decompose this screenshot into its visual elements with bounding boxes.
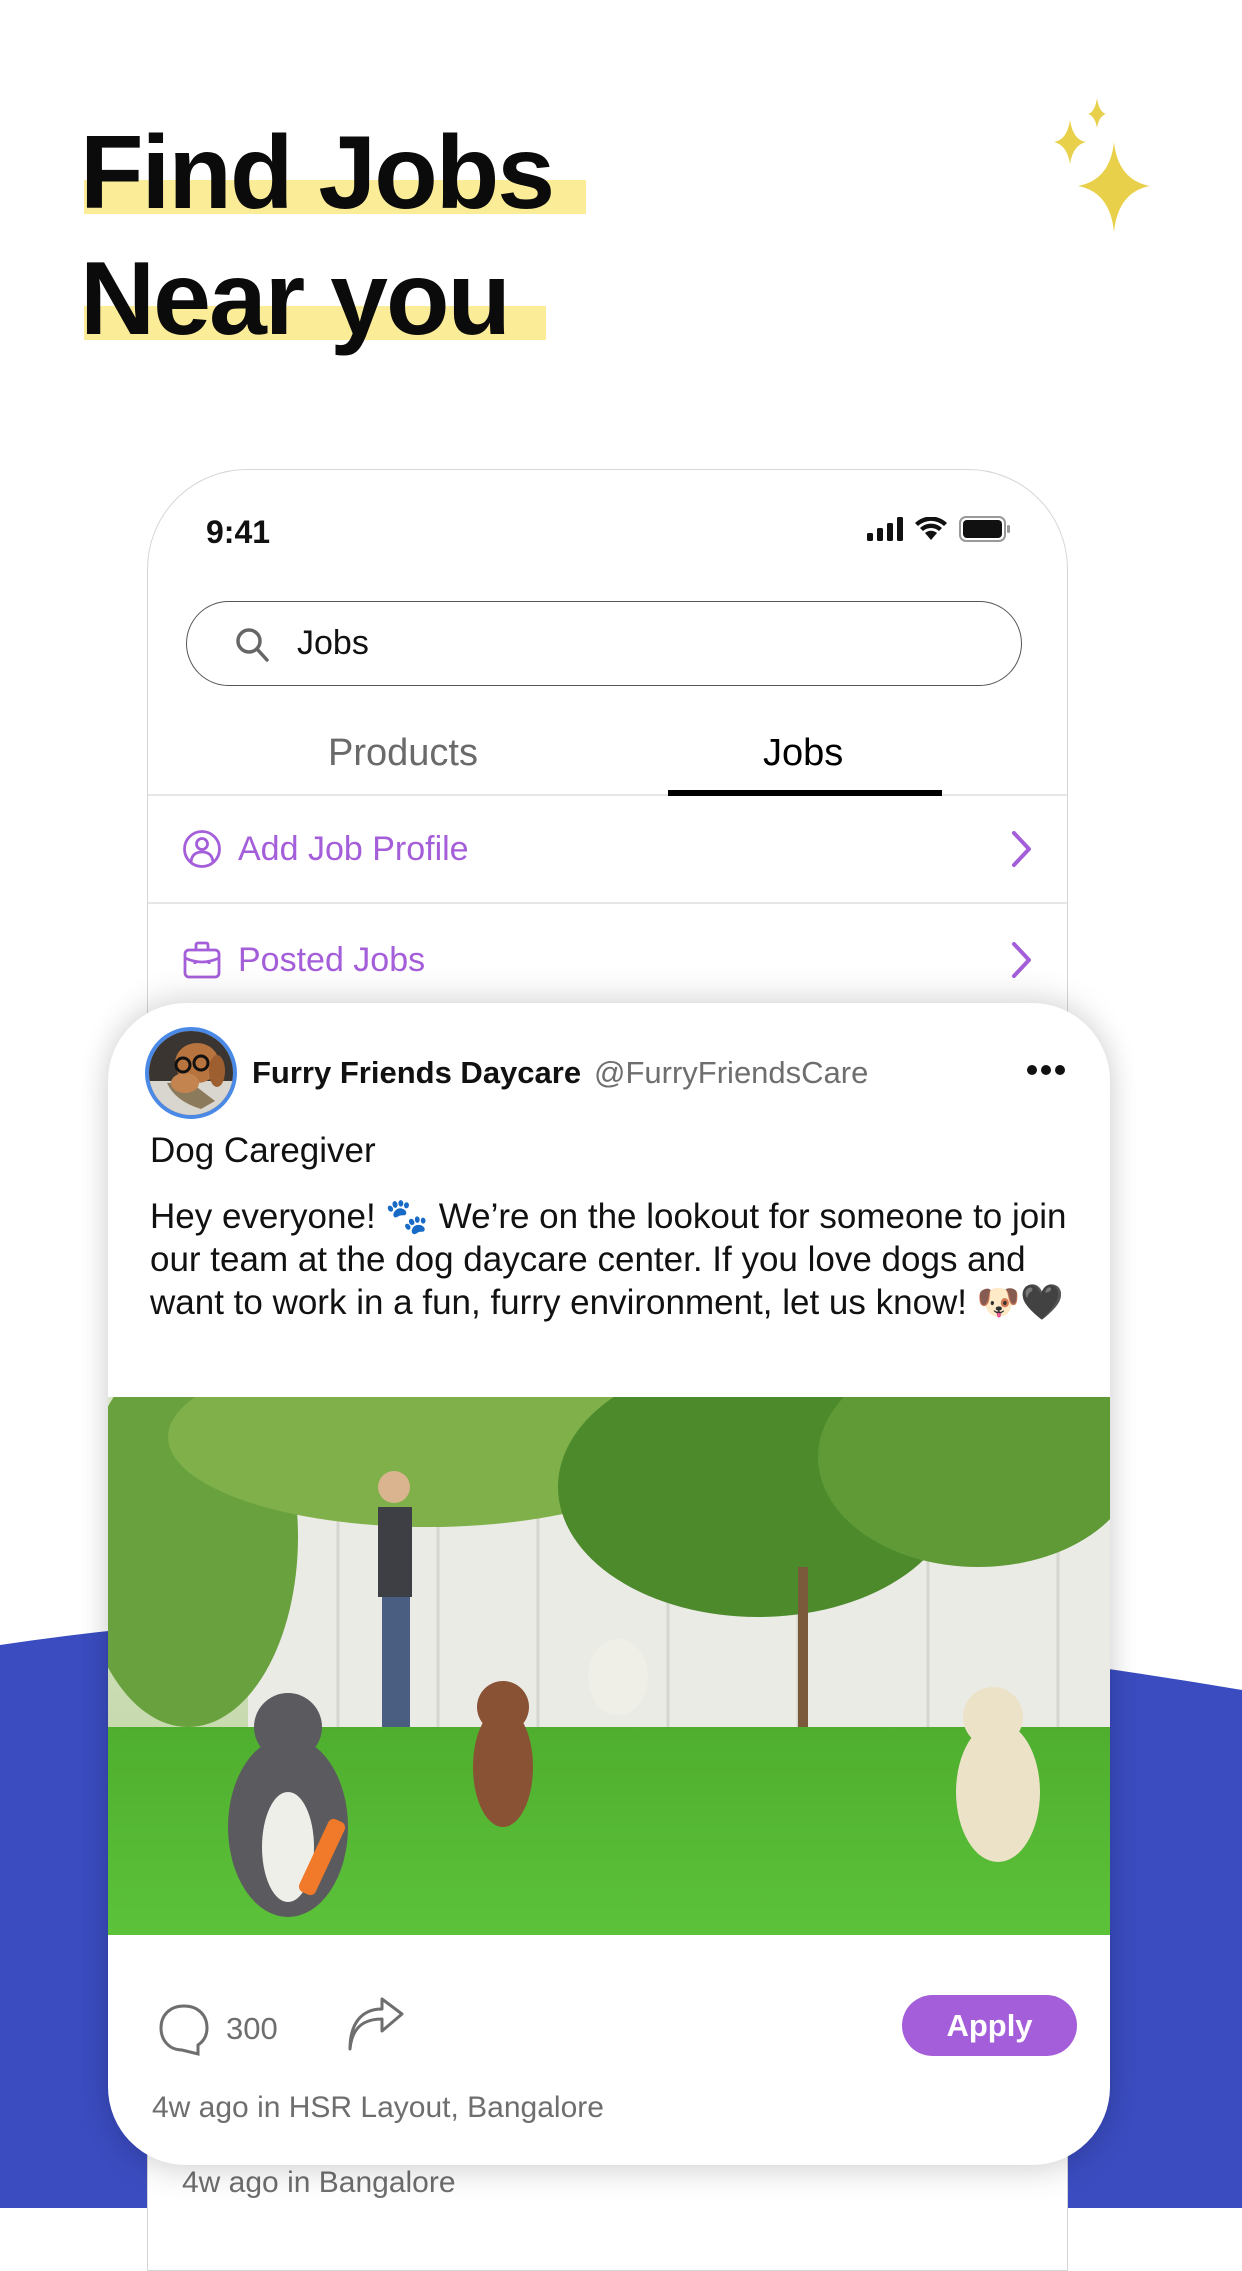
search-input[interactable] [295,623,899,664]
post-body: Hey everyone! 🐾 We’re on the lookout for… [150,1197,1067,1322]
tab-bar: Products Jobs [148,732,1067,796]
dog-avatar-image [149,1031,233,1115]
tab-jobs[interactable]: Jobs [763,732,843,775]
comment-icon[interactable] [158,2003,210,2057]
author-name[interactable]: Furry Friends Daycare [252,1055,581,1091]
user-circle-icon [183,830,221,868]
headline: Find Jobs Near you [80,110,586,362]
briefcase-icon [183,941,221,979]
signal-icon [867,517,903,541]
job-post-card[interactable]: Furry Friends Daycare @FurryFriendsCare … [108,1003,1110,2165]
search-bar[interactable] [186,601,1022,686]
menu-item-posted-jobs[interactable]: Posted Jobs [148,906,1067,1014]
chevron-right-icon [1012,942,1031,978]
post-actions: 300 Apply [108,1993,1110,2057]
status-time: 9:41 [206,514,271,550]
menu-item-add-job-profile[interactable]: Add Job Profile [148,796,1067,904]
author-handle[interactable]: @FurryFriendsCare [594,1055,868,1091]
headline-line-2: Near you [80,236,553,362]
comment-count: 300 [226,2011,278,2046]
headline-line-1: Find Jobs [80,110,586,236]
job-title: Dog Caregiver [150,1131,376,1170]
more-options-icon[interactable] [1026,1063,1066,1077]
menu-item-label: Add Job Profile [238,829,469,868]
tab-products[interactable]: Products [328,732,478,775]
menu-item-label: Posted Jobs [238,940,426,979]
search-icon [236,627,269,662]
sparkles-icon [1054,98,1150,232]
background-post-meta: 4w ago in Bangalore [182,2166,456,2199]
post-photo-dogs-playing[interactable] [108,1397,1110,1935]
avatar[interactable] [145,1027,237,1119]
post-meta-location: 4w ago in HSR Layout, Bangalore [152,2091,604,2124]
wifi-icon [915,517,947,540]
chevron-right-icon [1012,831,1031,867]
apply-button[interactable]: Apply [902,1995,1077,2056]
battery-icon [959,516,1010,542]
status-icons [867,516,1011,542]
share-icon[interactable] [346,1997,406,2053]
